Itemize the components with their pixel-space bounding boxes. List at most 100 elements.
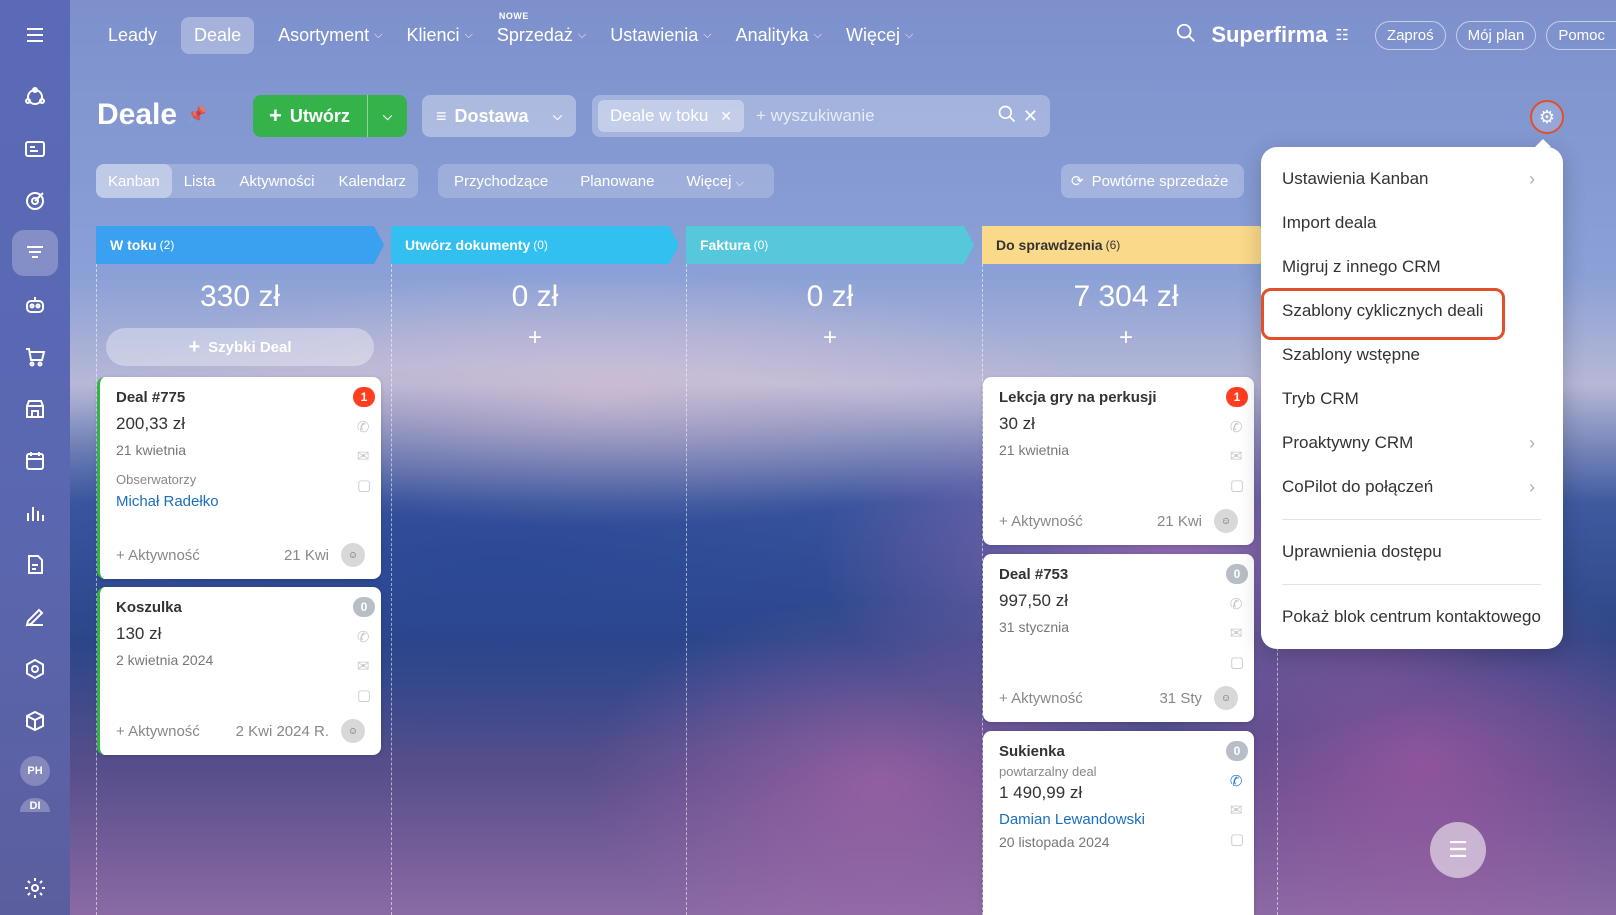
filter-wiecej[interactable]: Więcej ⌵ <box>670 173 759 190</box>
pen-icon[interactable] <box>12 594 58 640</box>
help-button[interactable]: Pomoc <box>1546 20 1616 50</box>
quick-deal-button[interactable]: + Szybki Deal <box>106 328 374 366</box>
phone-icon[interactable]: ✆ <box>1230 594 1244 614</box>
tab-kanban[interactable]: Kanban <box>96 164 172 198</box>
phone-icon[interactable]: ✆ <box>1230 417 1244 437</box>
deal-card[interactable]: Deal #753 0 ✆ ✉ ▢ 997,50 zł 31 stycznia … <box>983 554 1254 722</box>
add-activity-button[interactable]: + Aktywność <box>116 723 200 740</box>
close-icon[interactable]: ✕ <box>1023 106 1038 127</box>
document-edit-icon[interactable] <box>12 542 58 588</box>
my-plan-button[interactable]: Mój plan <box>1455 20 1537 50</box>
mail-icon[interactable]: ✉ <box>1230 446 1244 466</box>
phone-icon[interactable]: ✆ <box>357 417 371 437</box>
avatar[interactable]: PH <box>20 756 50 786</box>
column-header[interactable]: Do sprawdzenia (6) <box>982 226 1270 264</box>
mail-icon[interactable]: ✉ <box>1230 623 1244 643</box>
menu-item-access-permissions[interactable]: Uprawnienia dostępu <box>1261 530 1563 574</box>
chevron-down-icon: ⌵ <box>735 176 744 189</box>
menu-item-import-deal[interactable]: Import deala <box>1261 201 1563 245</box>
robot-icon[interactable] <box>12 282 58 328</box>
add-deal-button[interactable]: + <box>391 324 679 352</box>
calendar-icon[interactable] <box>12 438 58 484</box>
target-icon[interactable] <box>12 178 58 224</box>
add-deal-button[interactable]: + <box>982 324 1270 352</box>
contact-link[interactable]: Damian Lewandowski <box>999 811 1238 828</box>
add-activity-button[interactable]: + Aktywność <box>116 547 200 564</box>
nav-item-asortyment[interactable]: Asortyment ⌵ <box>278 17 382 54</box>
avatar[interactable]: ☺ <box>341 543 365 567</box>
hexagon-icon[interactable] <box>12 646 58 692</box>
analytics-icon[interactable] <box>12 490 58 536</box>
search-icon[interactable] <box>1175 22 1197 49</box>
tab-lista[interactable]: Lista <box>172 164 228 198</box>
menu-item-contact-center-block[interactable]: Pokaż blok centrum kontaktowego <box>1261 595 1563 639</box>
brand-title[interactable]: Superfirma ☷ <box>1211 22 1349 48</box>
nav-item-klienci[interactable]: Klienci ⌵ <box>406 17 472 54</box>
menu-item-migrate-crm[interactable]: Migruj z innego CRM <box>1261 245 1563 289</box>
create-dropdown-button[interactable]: ⌵ <box>367 95 407 137</box>
box-icon[interactable] <box>12 698 58 744</box>
nav-item-deale[interactable]: Deale <box>181 16 255 54</box>
filter-chip[interactable]: Deale w toku ✕ <box>598 100 745 132</box>
chat-icon[interactable]: ▢ <box>357 475 371 495</box>
plus-icon: + <box>269 103 282 128</box>
column-header[interactable]: W toku (2) <box>96 226 384 264</box>
nav-item-wiecej[interactable]: Więcej ⌵ <box>846 17 913 54</box>
kanban-settings-gear-icon[interactable]: ⚙ <box>1530 100 1564 134</box>
menu-item-preset-templates[interactable]: Szablony wstępne <box>1261 333 1563 377</box>
add-deal-button[interactable]: + <box>686 324 974 352</box>
filter-planowane[interactable]: Planowane <box>564 173 670 190</box>
chat-icon[interactable]: ▢ <box>1230 475 1244 495</box>
chat-icon[interactable]: ▢ <box>357 685 371 705</box>
menu-item-proactive-crm[interactable]: Proaktywny CRM › <box>1261 421 1563 465</box>
phone-icon[interactable]: ✆ <box>357 627 371 647</box>
avatar[interactable]: ☺ <box>1214 686 1238 710</box>
mail-icon[interactable]: ✉ <box>357 446 371 466</box>
filter-przychodzace[interactable]: Przychodzące <box>438 173 564 190</box>
mail-icon[interactable]: ✉ <box>357 656 371 676</box>
list-menu-fab[interactable]: ☰ <box>1430 822 1486 878</box>
menu-item-kanban-settings[interactable]: Ustawienia Kanban › <box>1261 157 1563 201</box>
gear-icon[interactable] <box>12 865 58 911</box>
cart-icon[interactable] <box>12 334 58 380</box>
tab-kalendarz[interactable]: Kalendarz <box>326 164 418 198</box>
avatar[interactable]: DI <box>20 798 50 812</box>
deal-card[interactable]: Koszulka 0 ✆ ✉ ▢ 130 zł 2 kwietnia 2024 … <box>97 587 381 755</box>
observer-link[interactable]: Michał Radełko <box>116 493 365 510</box>
column-header[interactable]: Utwórz dokumenty (0) <box>391 226 679 264</box>
nav-item-sprzedaz[interactable]: NOWE Sprzedaż ⌵ <box>497 11 586 54</box>
avatar[interactable]: ☺ <box>1214 509 1238 533</box>
filter-search-bar[interactable]: Deale w toku ✕ + wyszukiwanie ✕ <box>592 95 1050 137</box>
nav-item-leady[interactable]: Leady <box>108 17 157 54</box>
column-header[interactable]: Faktura (0) <box>686 226 974 264</box>
phone-icon[interactable]: ✆ <box>1230 771 1244 791</box>
menu-item-copilot-calls[interactable]: CoPilot do połączeń › <box>1261 465 1563 509</box>
funnel-icon[interactable] <box>12 230 58 276</box>
store-icon[interactable] <box>12 386 58 432</box>
nav-item-ustawienia[interactable]: Ustawienia ⌵ <box>610 17 711 54</box>
contacts-card-icon[interactable] <box>12 126 58 172</box>
leads-icon[interactable] <box>12 74 58 120</box>
add-activity-button[interactable]: + Aktywność <box>999 513 1083 530</box>
chat-icon[interactable]: ▢ <box>1230 652 1244 672</box>
funnel-select-button[interactable]: ≡ Dostawa ⌵ <box>422 95 576 137</box>
menu-icon[interactable] <box>12 12 58 58</box>
chat-icon[interactable]: ▢ <box>1230 829 1244 849</box>
add-activity-button[interactable]: + Aktywność <box>999 690 1083 707</box>
close-icon[interactable]: ✕ <box>720 108 732 125</box>
avatar[interactable]: ☺ <box>341 719 365 743</box>
tab-aktywnosci[interactable]: Aktywności <box>227 164 326 198</box>
deal-card[interactable]: Deal #775 1 ✆ ✉ ▢ 200,33 zł 21 kwietnia … <box>97 377 381 579</box>
menu-item-recurring-deal-templates[interactable]: Szablony cyklicznych deali <box>1261 288 1563 340</box>
nav-item-analityka[interactable]: Analityka ⌵ <box>736 17 822 54</box>
search-icon[interactable] <box>997 104 1017 129</box>
pin-icon[interactable]: 📌 <box>187 105 207 125</box>
mail-icon[interactable]: ✉ <box>1230 800 1244 820</box>
invite-button[interactable]: Zaproś <box>1374 20 1446 50</box>
menu-item-crm-mode[interactable]: Tryb CRM <box>1261 377 1563 421</box>
deal-card[interactable]: Lekcja gry na perkusji 1 ✆ ✉ ▢ 30 zł 21 … <box>983 377 1254 545</box>
deal-card[interactable]: Sukienka 0 ✆ ✉ ▢ powtarzalny deal 1 490,… <box>983 731 1254 915</box>
create-button[interactable]: + Utwórz ⌵ <box>253 95 407 137</box>
search-input[interactable]: + wyszukiwanie <box>756 106 997 126</box>
repeat-sales-button[interactable]: ⟳ Powtórne sprzedaże <box>1061 164 1244 198</box>
